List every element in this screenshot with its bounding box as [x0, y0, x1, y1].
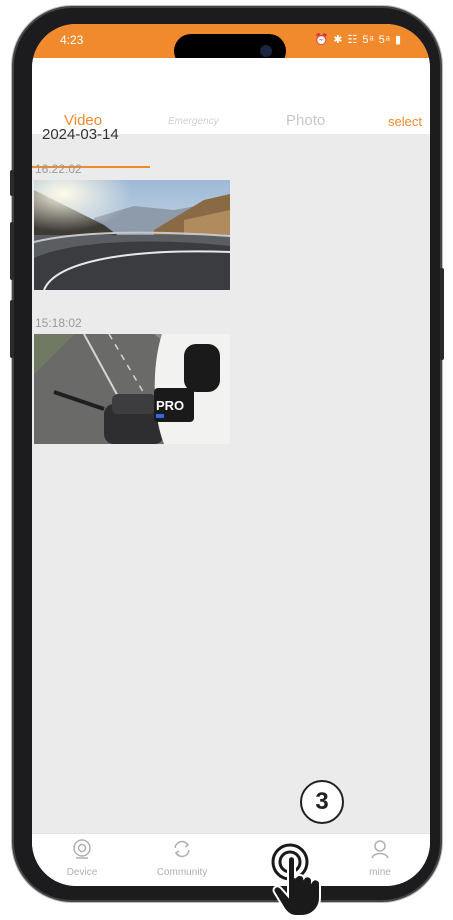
- tab-emergency[interactable]: Emergency: [168, 116, 219, 127]
- status-icons: ⏰ ✱ ☷ 5ᵃ 5ᵃ ▮: [314, 34, 402, 46]
- nav-community[interactable]: Community: [147, 838, 217, 880]
- video-thumbnail-mountain-road[interactable]: [34, 180, 230, 290]
- media-tab-bar: Video Emergency Photo select: [32, 58, 430, 168]
- motorcycle-gopro-image: PRO: [34, 334, 230, 444]
- tap-hand-icon: [271, 843, 321, 917]
- phone-volume-up: [10, 222, 14, 280]
- nav-device[interactable]: Device: [47, 838, 117, 880]
- camera-icon: [73, 839, 91, 859]
- nav-label: mine: [369, 867, 391, 878]
- video-thumbnail-motorcycle[interactable]: PRO: [34, 334, 230, 444]
- phone-power-button: [440, 268, 444, 360]
- select-button[interactable]: select: [388, 114, 422, 129]
- date-header: 2024-03-14: [42, 126, 119, 143]
- tab-photo[interactable]: Photo: [286, 112, 325, 129]
- app-screen: 4:23 ⏰ ✱ ☷ 5ᵃ 5ᵃ ▮ Video Emergency Photo…: [32, 24, 430, 886]
- user-icon: [371, 840, 389, 859]
- front-camera-icon: [260, 45, 272, 57]
- mountain-road-image: [34, 180, 230, 290]
- nav-label: Community: [156, 867, 208, 878]
- status-time: 4:23: [60, 33, 84, 47]
- nav-mine[interactable]: mine: [345, 838, 415, 880]
- clip-time: 15:18:02: [35, 316, 82, 330]
- nav-label: Device: [66, 867, 98, 878]
- phone-volume-down: [10, 300, 14, 358]
- svg-text:PRO: PRO: [156, 398, 184, 413]
- clip-time: 16:22:02: [35, 162, 82, 176]
- bottom-navigation: Device Community mine: [32, 833, 430, 886]
- step-number-badge: 3: [300, 780, 344, 824]
- phone-silent-switch: [10, 170, 14, 196]
- refresh-icon: [174, 840, 190, 858]
